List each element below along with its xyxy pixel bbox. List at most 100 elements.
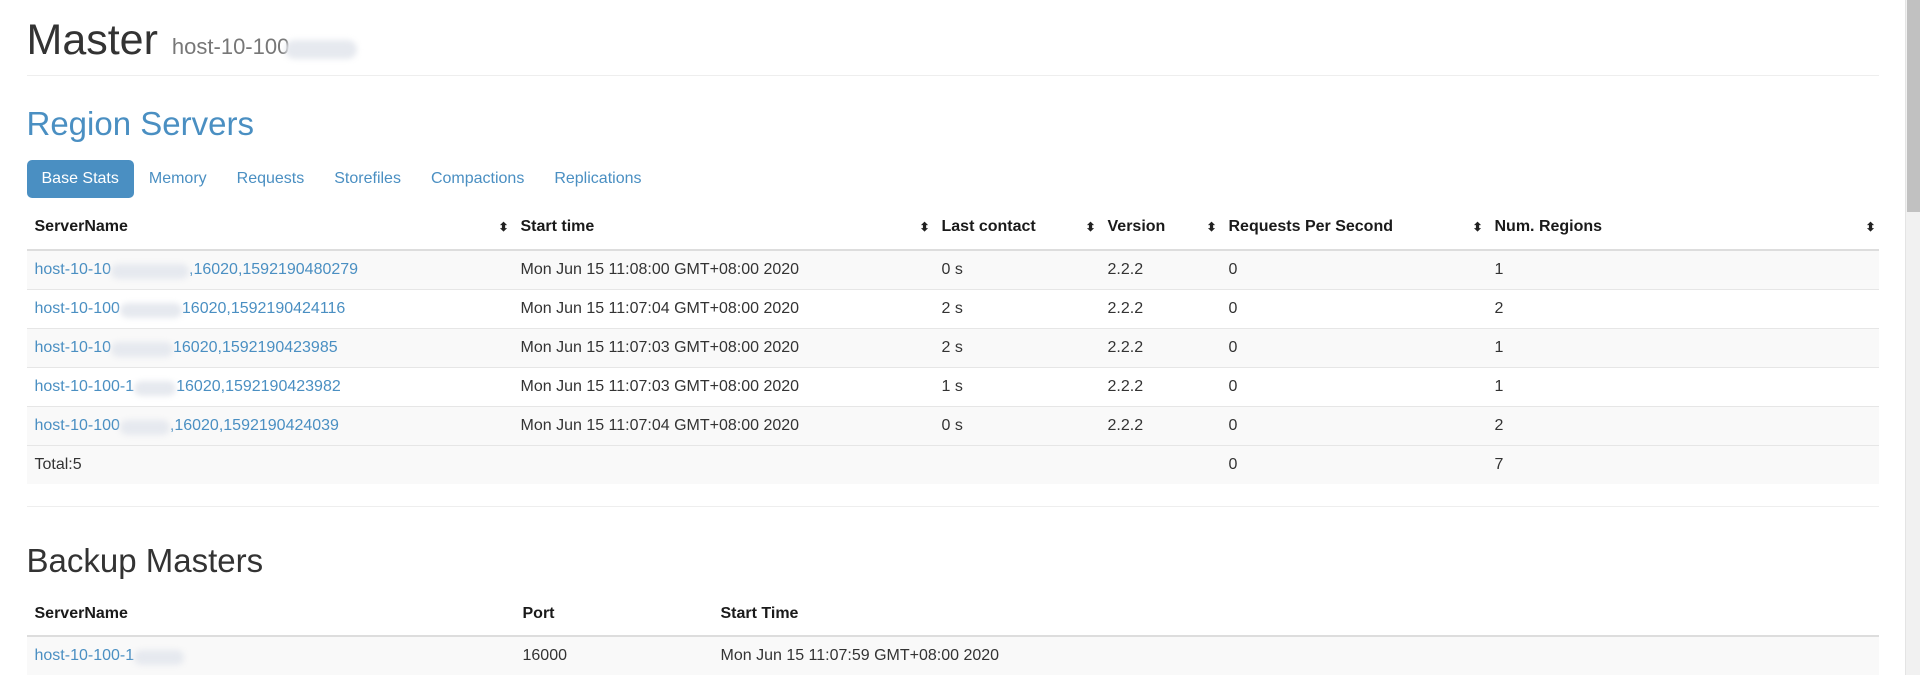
table-header-row: ServerName Port Start Time [26, 596, 1879, 637]
column-label: ServerName [34, 218, 128, 236]
server-name-suffix: 16020,1592190423985 [173, 338, 338, 356]
server-link[interactable]: host-10-100-1 16020,1592190423982 [34, 377, 341, 396]
sort-icon[interactable]: ⬍ [1865, 218, 1875, 237]
region-servers-tabs: Base Stats Memory Requests Storefiles Compac… [26, 160, 1879, 198]
column-header-num-regions[interactable]: ⬍ Num. Regions ⬍ [1473, 209, 1879, 251]
table-row: host-10-100 ,16020,1592190424039 Mon Jun 1… [26, 405, 1879, 446]
cell-total-num-regions: 7 [1486, 444, 1879, 484]
tab-label: Storefiles [334, 170, 401, 188]
cell-port: 16000 [514, 635, 713, 675]
cell-version: 2.2.2 [1099, 366, 1221, 407]
page-scrollbar[interactable] [1905, 0, 1920, 675]
column-label: Port [522, 604, 555, 622]
sort-icon[interactable]: ⬍ [1207, 218, 1217, 237]
cell-num-regions: 1 [1486, 249, 1879, 290]
table-row: host-10-100-1 16020,1592190423982 Mon Jun … [26, 366, 1879, 407]
table-row: host-10-10 16020,1592190423985 Mon Jun 15 … [26, 327, 1879, 368]
master-hostname: host-10-100 [171, 34, 358, 59]
column-header-last-contact[interactable]: ⬍ Last contact [920, 209, 1100, 251]
cell-servername: host-10-100-1 [26, 635, 515, 675]
cell-empty [933, 444, 1100, 484]
tab-base-stats[interactable]: Base Stats [26, 160, 134, 198]
cell-last-contact: 0 s [933, 249, 1100, 290]
cell-empty [512, 444, 934, 484]
column-header-start-time: Start Time [712, 596, 1879, 637]
tab-memory[interactable]: Memory [134, 160, 222, 197]
server-name-suffix: ,16020,1592190424039 [169, 416, 339, 434]
cell-start-time: Mon Jun 15 11:08:00 GMT+08:00 2020 [512, 249, 934, 290]
sort-icon[interactable]: ⬍ [920, 218, 930, 237]
tab-label: Memory [148, 170, 207, 188]
cell-last-contact: 2 s [933, 288, 1100, 329]
server-name-prefix: host-10-100 [34, 416, 120, 434]
sort-icon[interactable]: ⬍ [499, 218, 509, 237]
tab-label: Requests [236, 170, 305, 188]
region-servers-tbody: host-10-10 ,16020,1592190480279 Mon Jun 15… [26, 249, 1879, 484]
cell-servername: host-10-10 16020,1592190423985 [26, 327, 513, 368]
column-label: Start time [520, 217, 595, 235]
backup-masters-table: ServerName Port Start Time host-10-100-1… [26, 596, 1879, 675]
cell-start-time: Mon Jun 15 11:07:04 GMT+08:00 2020 [512, 405, 934, 446]
tab-compactions[interactable]: Compactions [416, 160, 539, 197]
page-container: Master host-10-100 Region Servers Base S… [13, 0, 1893, 675]
column-header-start-time[interactable]: ⬍ Start time [499, 209, 934, 251]
tab-requests[interactable]: Requests [222, 160, 320, 197]
page-title: Master host-10-100 [26, 16, 1879, 64]
column-label: Start Time [720, 604, 799, 622]
cell-start-time: Mon Jun 15 11:07:04 GMT+08:00 2020 [512, 288, 934, 329]
redaction-block [285, 39, 358, 59]
cell-servername: host-10-100-1 16020,1592190423982 [26, 366, 513, 407]
cell-total-requests-per-second: 0 [1220, 444, 1487, 484]
column-header-version[interactable]: ⬍ Version [1086, 209, 1221, 251]
table-header-row: ServerName ⬍ Start time ⬍ Last contact ⬍… [26, 209, 1879, 251]
server-name-prefix: host-10-100-1 [34, 377, 135, 395]
server-name-suffix: 16020,1592190424116 [181, 299, 346, 317]
scrollbar-thumb[interactable] [1907, 0, 1920, 212]
column-header-port: Port [514, 596, 713, 637]
server-name-prefix: host-10-10 [34, 260, 112, 278]
cell-num-regions: 2 [1486, 405, 1879, 446]
cell-requests-per-second: 0 [1220, 288, 1487, 329]
server-name-suffix: 16020,1592190423982 [176, 377, 341, 395]
tab-label: Base Stats [41, 170, 119, 188]
redaction-block [134, 650, 185, 666]
cell-version: 2.2.2 [1099, 327, 1221, 368]
redaction-block [111, 263, 189, 279]
cell-start-time: Mon Jun 15 11:07:59 GMT+08:00 2020 [712, 635, 1879, 675]
server-link[interactable]: host-10-100 16020,1592190424116 [35, 299, 346, 318]
cell-requests-per-second: 0 [1220, 405, 1487, 446]
cell-last-contact: 0 s [933, 405, 1100, 446]
region-servers-thead: ServerName ⬍ Start time ⬍ Last contact ⬍… [26, 209, 1879, 251]
cell-requests-per-second: 0 [1220, 327, 1487, 368]
cell-num-regions: 1 [1486, 366, 1879, 407]
table-row: host-10-100-1 16000 Mon Jun 15 11:07:59 GM… [26, 635, 1879, 675]
sort-icon[interactable]: ⬍ [1473, 218, 1483, 237]
master-hostname-text: host-10-100 [171, 34, 290, 59]
column-label: Version [1107, 217, 1166, 235]
sort-icon[interactable]: ⬍ [1086, 218, 1096, 237]
server-link[interactable]: host-10-10 16020,1592190423985 [34, 338, 338, 357]
server-link[interactable]: host-10-100 ,16020,1592190424039 [34, 416, 339, 435]
column-label: Requests Per Second [1228, 217, 1394, 235]
cell-total-label: Total:5 [26, 444, 513, 484]
region-servers-heading: Region Servers [26, 105, 254, 143]
cell-start-time: Mon Jun 15 11:07:03 GMT+08:00 2020 [512, 327, 934, 368]
server-name-prefix: host-10-10 [34, 338, 112, 356]
column-label: ServerName [34, 604, 128, 622]
column-header-servername: ServerName [26, 596, 515, 637]
tab-replications[interactable]: Replications [539, 160, 656, 197]
tab-label: Replications [554, 170, 642, 188]
backup-master-link[interactable]: host-10-100-1 [35, 647, 185, 666]
cell-requests-per-second: 0 [1220, 366, 1487, 407]
page-title-text: Master [26, 16, 158, 64]
tab-label: Compactions [430, 170, 525, 188]
column-header-servername[interactable]: ServerName [26, 209, 513, 251]
backup-masters-tbody: host-10-100-1 16000 Mon Jun 15 11:07:59 GM… [26, 635, 1879, 675]
cell-empty [1099, 444, 1221, 484]
server-link[interactable]: host-10-10 ,16020,1592190480279 [34, 260, 358, 279]
column-label: Last contact [941, 217, 1036, 235]
tab-storefiles[interactable]: Storefiles [319, 160, 416, 197]
column-label: Num. Regions [1494, 217, 1603, 235]
column-header-requests-per-second[interactable]: ⬍ Requests Per Second [1207, 209, 1487, 251]
